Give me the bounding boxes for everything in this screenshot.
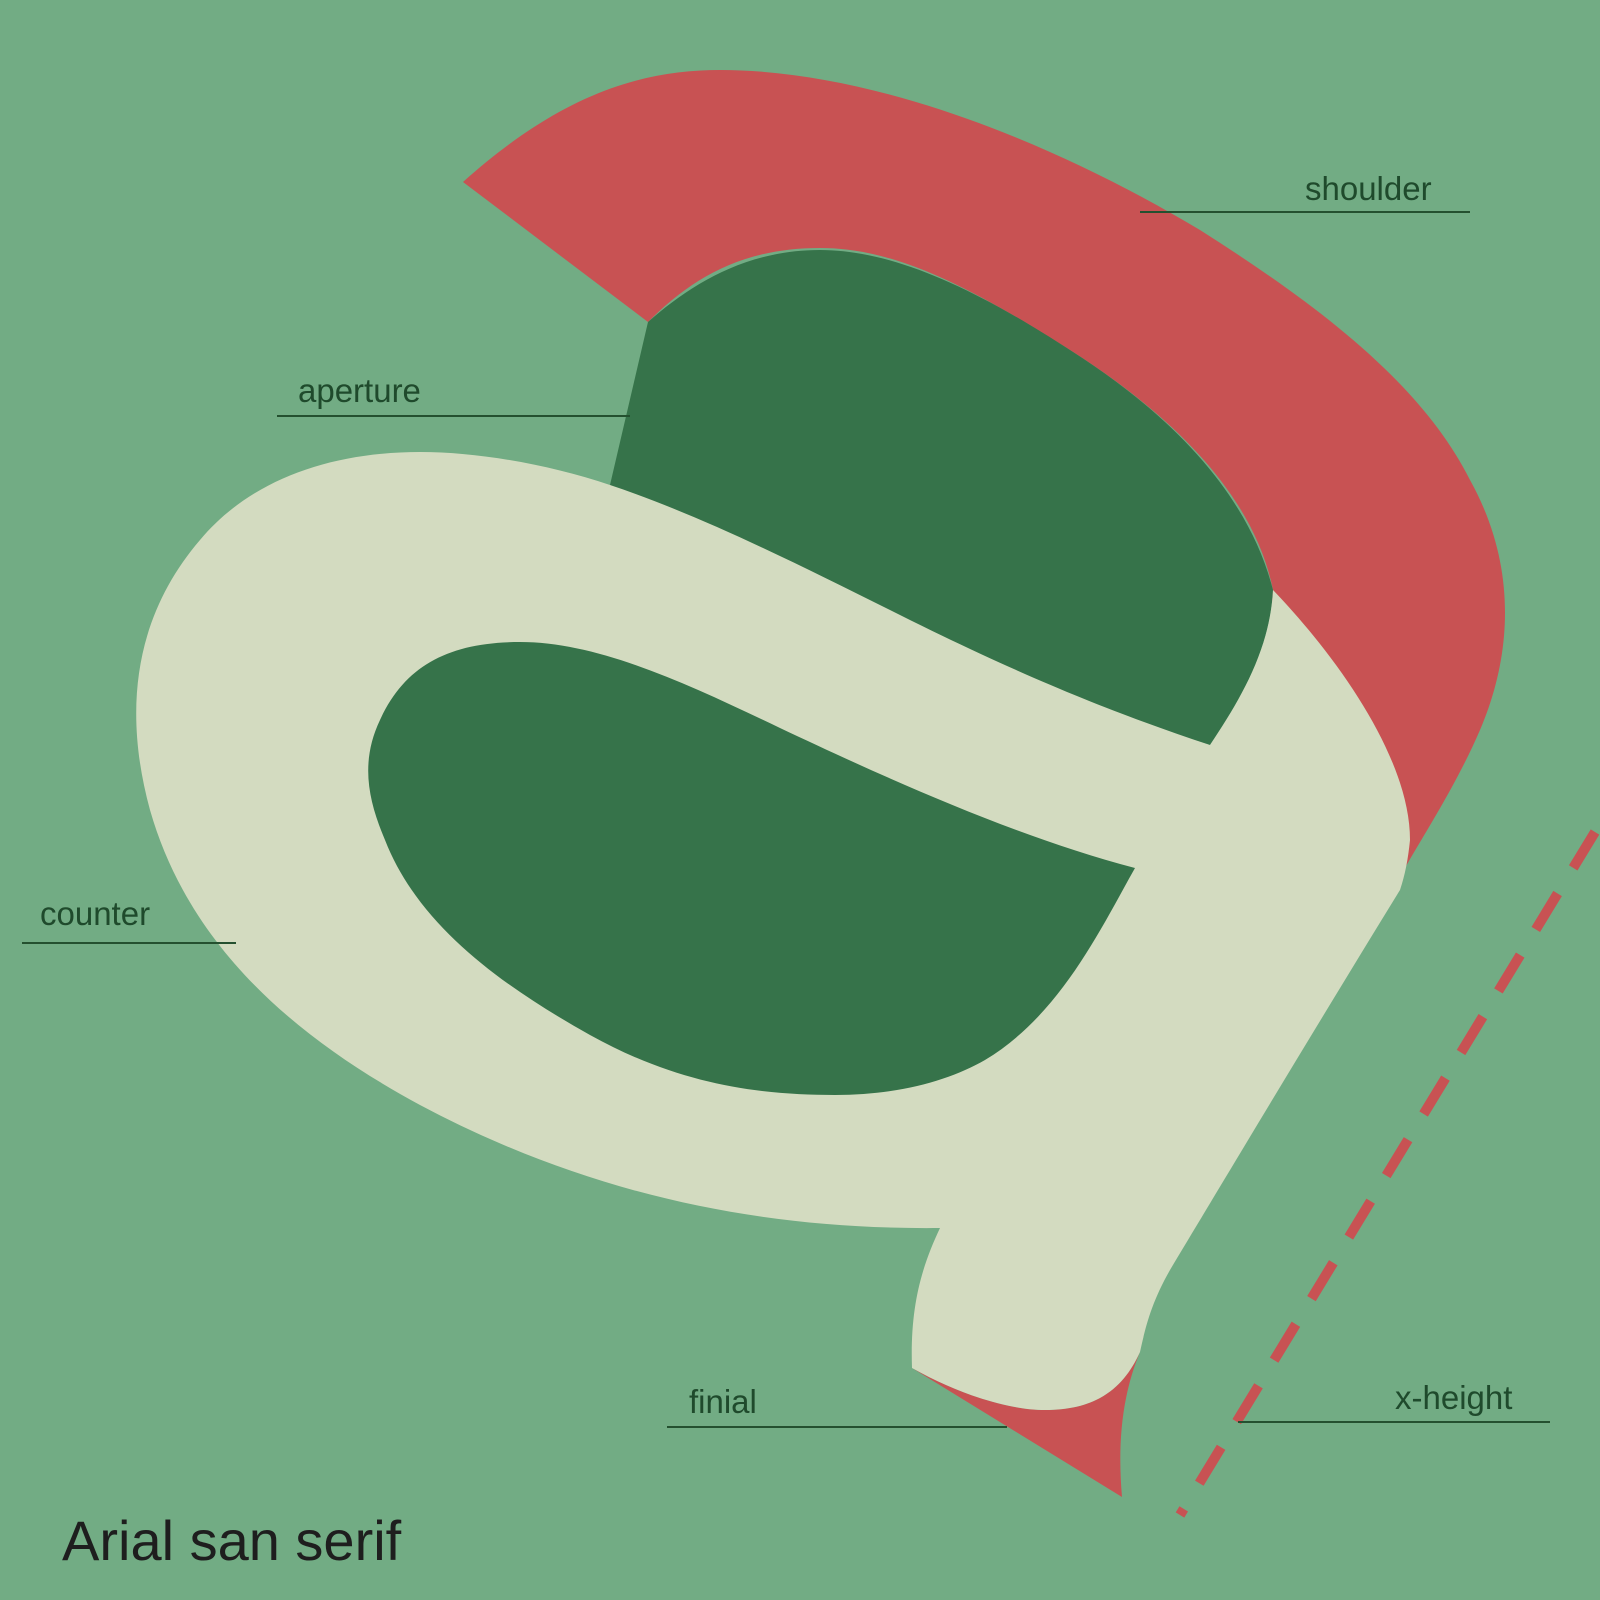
finial-label: finial bbox=[689, 1383, 757, 1420]
letter-anatomy-figure: shoulder aperture counter finial x-heigh… bbox=[0, 0, 1600, 1600]
counter-label: counter bbox=[40, 895, 150, 932]
shoulder-label: shoulder bbox=[1305, 170, 1432, 207]
aperture-label: aperture bbox=[298, 372, 421, 409]
x-height-label: x-height bbox=[1395, 1379, 1512, 1416]
font-caption: Arial san serif bbox=[62, 1509, 402, 1572]
typography-diagram: shoulder aperture counter finial x-heigh… bbox=[0, 0, 1600, 1600]
